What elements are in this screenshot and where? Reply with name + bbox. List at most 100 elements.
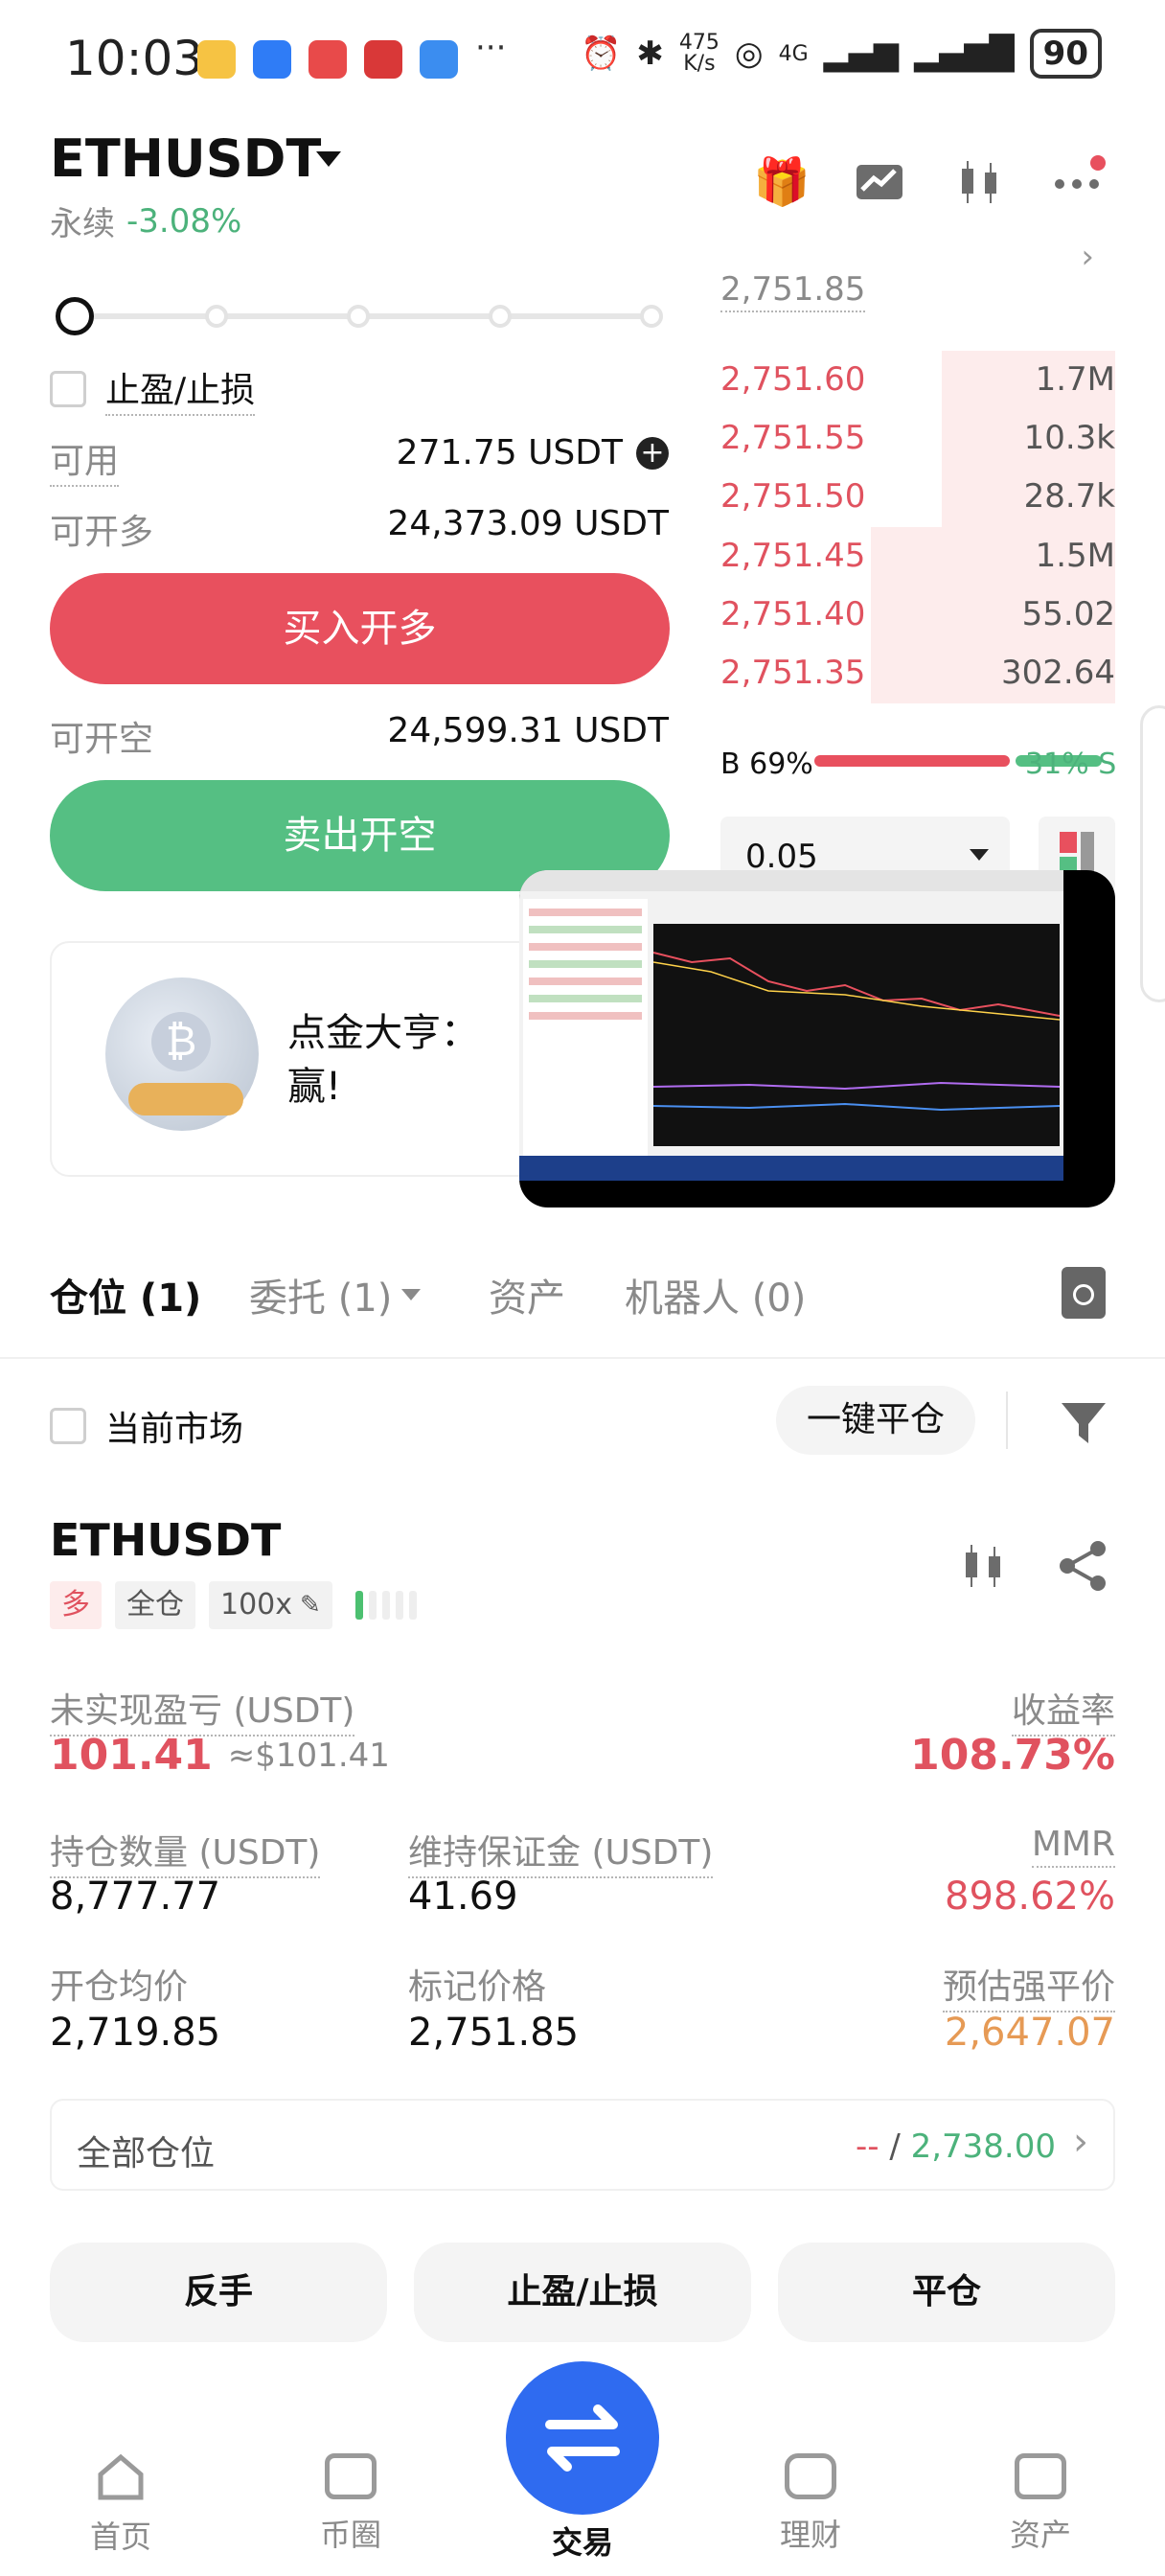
price-change: -3.08% xyxy=(126,201,242,241)
current-market-label: 当前市场 xyxy=(105,1410,244,1449)
close-all-button[interactable]: 一键平仓 xyxy=(776,1386,975,1455)
add-funds-icon[interactable]: + xyxy=(636,436,669,470)
margin-mode-tag[interactable]: 全仓 xyxy=(115,1581,195,1629)
slider-step-25[interactable] xyxy=(205,305,228,328)
max-short-label: 可开空 xyxy=(50,720,154,759)
leverage-tag[interactable]: 100x ✎ xyxy=(209,1581,332,1629)
tp-sl-toggle[interactable]: 止盈/止损 xyxy=(50,362,256,416)
signal-label: 4G xyxy=(778,41,809,66)
side-drawer-handle[interactable] xyxy=(1140,705,1165,1002)
pair-title[interactable]: ETHUSDT xyxy=(50,128,321,189)
position-chart-icon[interactable] xyxy=(956,1539,1010,1593)
buy-long-button[interactable]: 买入开多 xyxy=(50,573,670,684)
share-icon[interactable] xyxy=(1056,1539,1109,1593)
order-book-expand-icon[interactable]: › xyxy=(1081,238,1094,276)
current-market-checkbox[interactable] xyxy=(50,1408,86,1444)
last-price: 2,751.85 xyxy=(720,270,866,312)
mark-price-label: 标记价格 xyxy=(408,1967,547,2007)
order-book-ask-row[interactable]: 2,751.35 302.64 xyxy=(720,644,1115,703)
unrealized-pnl-value: 101.41 xyxy=(50,1731,213,1780)
ask-price: 2,751.60 xyxy=(720,360,866,399)
unrealized-pnl-label: 未实现盈亏 (USDT) xyxy=(50,1683,355,1736)
candlestick-icon[interactable] xyxy=(952,155,1006,209)
tab-assets[interactable]: 资产 xyxy=(489,1267,565,1322)
sell-ratio: 31% S xyxy=(1025,748,1117,781)
max-short-value: 24,599.31 USDT xyxy=(387,711,669,750)
max-long-value: 24,373.09 USDT xyxy=(387,504,669,543)
order-book-ask-row[interactable]: 2,751.45 1.5M xyxy=(720,526,1115,586)
tab-bots[interactable]: 机器人 (0) xyxy=(625,1267,806,1322)
ask-price: 2,751.35 xyxy=(720,654,866,692)
net-speed-unit: K/s xyxy=(683,52,716,76)
more-notifications-icon: ··· xyxy=(475,29,507,67)
order-book-ask-row[interactable]: 2,751.55 10.3k xyxy=(720,409,1115,470)
pip-screen-capture xyxy=(519,870,1063,1181)
order-book-ask-row[interactable]: 2,751.60 1.7M xyxy=(720,351,1115,410)
depth-step-caret-icon xyxy=(970,849,989,861)
slider-step-100[interactable] xyxy=(640,305,663,328)
all-positions-values: -- / 2,738.00 xyxy=(855,2128,1056,2166)
signal-icon-2: ▂▄▆█ xyxy=(914,34,1015,73)
all-positions-label: 全部仓位 xyxy=(77,2134,216,2174)
tab-orders[interactable]: 委托 (1) xyxy=(249,1267,422,1322)
tp-sl-checkbox[interactable] xyxy=(50,371,86,407)
trade-fab-button[interactable] xyxy=(506,2361,659,2515)
messenger-app-icon xyxy=(253,40,291,79)
nav-community[interactable]: 币圈 xyxy=(274,2453,427,2555)
roi-label: 收益率 xyxy=(1011,1683,1115,1736)
all-positions-row[interactable]: 全部仓位 -- / 2,738.00 › xyxy=(50,2099,1115,2191)
signal-icon: ▂▄▆ xyxy=(823,34,900,73)
slider-step-50[interactable] xyxy=(347,305,370,328)
note-app-icon xyxy=(308,40,347,79)
orders-caret-icon xyxy=(401,1289,422,1300)
battery-icon: 90 xyxy=(1029,29,1102,79)
position-symbol[interactable]: ETHUSDT xyxy=(50,1514,281,1566)
ask-size: 10.3k xyxy=(1023,419,1115,458)
slider-step-75[interactable] xyxy=(489,305,512,328)
ratio-bar-buy xyxy=(814,755,1010,767)
edit-pencil-icon: ✎ xyxy=(300,1591,321,1620)
bluetooth-icon: ✱ xyxy=(636,34,664,73)
current-market-toggle[interactable]: 当前市场 xyxy=(50,1401,243,1451)
reverse-button[interactable]: 反手 xyxy=(50,2242,387,2342)
more-menu-icon[interactable] xyxy=(1052,155,1106,209)
gift-icon[interactable]: 🎁 xyxy=(753,155,811,209)
order-book-ask-row[interactable]: 2,751.40 55.02 xyxy=(720,585,1115,645)
mmr-value: 898.62% xyxy=(945,1874,1115,1919)
pip-video-overlay[interactable] xyxy=(519,870,1115,1208)
stock-app-icon xyxy=(364,40,402,79)
max-long-label: 可开多 xyxy=(50,513,154,552)
tp-sl-label: 止盈/止损 xyxy=(105,362,256,416)
ask-price: 2,751.40 xyxy=(720,594,866,633)
ask-size: 302.64 xyxy=(1001,654,1115,692)
pip-chart-area xyxy=(652,924,1061,1146)
alarm-icon: ⏰ xyxy=(581,34,622,73)
status-time: 10:03 xyxy=(65,31,204,86)
hotspot-icon: ◎ xyxy=(734,34,764,73)
chart-check-icon[interactable] xyxy=(853,155,906,209)
order-book-ask-row[interactable]: 2,751.50 28.7k xyxy=(720,468,1115,528)
filter-funnel-icon[interactable] xyxy=(1058,1397,1109,1449)
history-icon[interactable] xyxy=(1062,1267,1106,1319)
ask-size: 1.5M xyxy=(1035,536,1115,575)
pair-subtitle: 永续 -3.08% xyxy=(50,197,241,244)
nav-earn[interactable]: 理财 xyxy=(734,2453,887,2555)
tp-sl-button[interactable]: 止盈/止损 xyxy=(414,2242,751,2342)
status-indicators: ⏰ ✱ 475 K/s ◎ 4G ▂▄▆ ▂▄▆█ 90 xyxy=(581,29,1102,79)
ask-price: 2,751.45 xyxy=(720,536,866,575)
weibo-app-icon xyxy=(197,40,236,79)
nav-assets[interactable]: 资产 xyxy=(964,2453,1117,2555)
close-position-button[interactable]: 平仓 xyxy=(778,2242,1115,2342)
nav-home[interactable]: 首页 xyxy=(44,2453,197,2557)
nav-trade-label[interactable]: 交易 xyxy=(506,2518,659,2563)
position-size-label: 持仓数量 (USDT) xyxy=(50,1825,321,1878)
banner-text-line2: 赢! xyxy=(287,1065,342,1109)
status-bar: 10:03 ··· ⏰ ✱ 475 K/s ◎ 4G ▂▄▆ ▂▄▆█ 90 xyxy=(0,0,1165,115)
amount-slider-knob[interactable] xyxy=(56,297,94,335)
pair-dropdown-caret-icon[interactable] xyxy=(316,151,341,167)
contract-type: 永续 xyxy=(50,205,115,243)
tab-positions[interactable]: 仓位 (1) xyxy=(50,1267,201,1322)
earn-icon xyxy=(785,2453,836,2499)
entry-price-label: 开仓均价 xyxy=(50,1967,189,2007)
mark-price-value: 2,751.85 xyxy=(408,2011,580,2055)
